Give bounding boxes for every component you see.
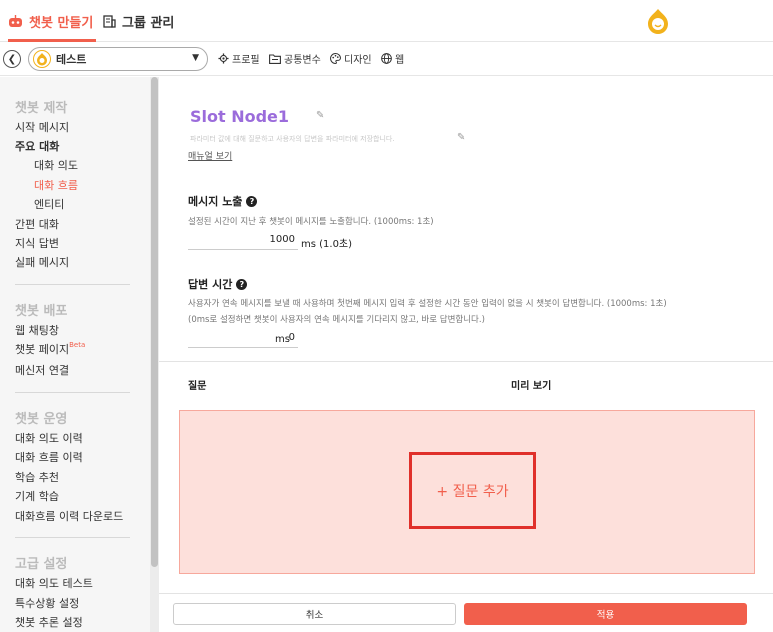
sidebar-item-entity[interactable]: 엔티티: [34, 196, 64, 212]
palette-icon: [330, 53, 341, 64]
sidebar-item-messenger[interactable]: 메신저 연결: [15, 362, 69, 378]
toolbar-design-label: 디자인: [344, 55, 372, 66]
footer-divider: [159, 593, 773, 594]
sidebar-item-flow-history-download[interactable]: 대화흐름 이력 다운로드: [15, 508, 123, 524]
toolbar-web-label: 웹: [395, 55, 405, 66]
chevron-left-icon[interactable]: ❮: [3, 50, 21, 68]
sidebar-item-special-case[interactable]: 특수상황 설정: [15, 595, 79, 611]
sidebar-item-web-chat[interactable]: 웹 채팅창: [15, 322, 59, 338]
gear-icon: [218, 53, 229, 64]
toolbar-profile[interactable]: 프로필: [218, 51, 260, 66]
sidebar: 챗봇 제작 시작 메시지 주요 대화 대화 의도 대화 흐름 엔티티 간편 대화…: [0, 77, 159, 632]
sidebar-section-advanced: 고급 설정: [15, 557, 68, 572]
tab-label: 챗봇 만들기: [29, 15, 94, 31]
cancel-button[interactable]: 취소: [173, 603, 456, 625]
sidebar-item-main-dialog[interactable]: 주요 대화: [15, 138, 59, 154]
apply-button[interactable]: 적용: [464, 603, 747, 625]
help-icon[interactable]: ?: [236, 278, 248, 290]
tab-chatbot-builder[interactable]: 챗봇 만들기: [8, 0, 96, 43]
sidebar-item-learning-recommend[interactable]: 학습 추천: [15, 469, 59, 485]
sidebar-item-flow-history[interactable]: 대화 흐름 이력: [15, 449, 83, 465]
answer-time-title: 답변 시간: [188, 278, 233, 291]
sidebar-item-bot-page-label: 챗봇 페이지: [15, 343, 70, 356]
node-title[interactable]: Slot Node1: [190, 107, 289, 126]
toolbar-common-variables[interactable]: 공통변수: [269, 51, 321, 66]
toolbar: ❮ 테스트 ▼ 프로필 공통변수 디자인 웹: [0, 42, 773, 76]
sidebar-item-machine-learning[interactable]: 기계 학습: [15, 488, 59, 504]
sidebar-item-fail-message[interactable]: 실패 메시지: [15, 254, 69, 270]
toolbar-design[interactable]: 디자인: [330, 51, 372, 66]
manual-link[interactable]: 매뉴얼 보기: [188, 149, 232, 162]
answer-time-desc-2: (0ms로 설정하면 챗봇이 사용자의 연속 메시지를 기다리지 않고, 바로 …: [188, 315, 485, 325]
sidebar-item-intent-history[interactable]: 대화 의도 이력: [15, 430, 83, 446]
edit-description-icon[interactable]: ✎: [457, 132, 465, 143]
sidebar-item-bot-page[interactable]: 챗봇 페이지Beta: [15, 341, 85, 357]
add-question-button[interactable]: + 질문 추가: [409, 452, 536, 529]
sidebar-item-intent-test[interactable]: 대화 의도 테스트: [15, 575, 93, 591]
beta-badge: Beta: [69, 341, 86, 349]
robot-icon: [8, 14, 23, 28]
toolbar-profile-label: 프로필: [232, 55, 260, 66]
main-panel: Slot Node1 ✎ 파라미터 값에 대해 질문하고 사용자의 답변을 파라…: [159, 77, 773, 632]
tab-group-management[interactable]: 그룹 관리: [103, 0, 174, 42]
caret-down-icon: ▼: [192, 53, 199, 63]
sidebar-item-simple-dialog[interactable]: 간편 대화: [15, 216, 59, 232]
sidebar-section-deploy: 챗봇 배포: [15, 304, 68, 319]
answer-time-desc: 사용자가 연속 메시지를 보낼 때 사용하며 첫번째 메시지 입력 후 설정한 …: [188, 299, 667, 309]
toolbar-common-variables-label: 공통변수: [284, 55, 321, 66]
sidebar-section-build: 챗봇 제작: [15, 101, 68, 116]
sidebar-divider: [15, 392, 130, 393]
answer-time-heading: 답변 시간?: [188, 276, 248, 292]
bot-select-dropdown[interactable]: 테스트 ▼: [28, 47, 208, 71]
sidebar-item-knowledge-answer[interactable]: 지식 답변: [15, 235, 59, 251]
building-icon: [103, 14, 116, 28]
sidebar-section-operate: 챗봇 운영: [15, 412, 68, 427]
preview-column-header: 미리 보기: [511, 381, 552, 392]
message-exposure-heading: 메시지 노출?: [188, 193, 258, 209]
message-exposure-input[interactable]: 1000: [188, 234, 298, 250]
sidebar-item-dialog-flow[interactable]: 대화 흐름: [34, 177, 78, 193]
bot-logo-icon: [646, 8, 670, 38]
tab-label: 그룹 관리: [122, 15, 175, 31]
sidebar-item-inference[interactable]: 챗봇 추론 설정: [15, 614, 83, 630]
top-bar: 챗봇 만들기 그룹 관리: [0, 0, 773, 43]
sidebar-scrollbar[interactable]: [150, 77, 159, 632]
bot-select-value: 테스트: [56, 53, 87, 66]
globe-icon: [381, 53, 392, 64]
section-divider: [159, 361, 773, 362]
sidebar-divider: [15, 284, 130, 285]
bot-avatar: [33, 50, 51, 68]
toolbar-web[interactable]: 웹: [381, 51, 404, 66]
message-exposure-unit: ms (1.0초): [301, 239, 353, 250]
question-column-header: 질문: [188, 381, 207, 392]
help-icon[interactable]: ?: [246, 195, 258, 207]
node-description[interactable]: 파라미터 값에 대해 질문하고 사용자의 답변을 파라미터에 저장합니다.: [190, 134, 395, 144]
sidebar-item-intent[interactable]: 대화 의도: [34, 157, 78, 173]
question-drop-area[interactable]: + 질문 추가: [179, 410, 755, 574]
message-exposure-desc: 설정된 시간이 지난 후 챗봇이 메시지를 노출합니다. (1000ms: 1초…: [188, 217, 434, 227]
scrollbar-thumb[interactable]: [151, 77, 158, 567]
edit-title-icon[interactable]: ✎: [316, 110, 324, 121]
answer-time-unit: ms: [275, 334, 290, 345]
sidebar-item-start-message[interactable]: 시작 메시지: [15, 119, 69, 135]
folder-icon: [269, 53, 281, 64]
sidebar-divider: [15, 537, 130, 538]
message-exposure-title: 메시지 노출: [188, 195, 243, 208]
